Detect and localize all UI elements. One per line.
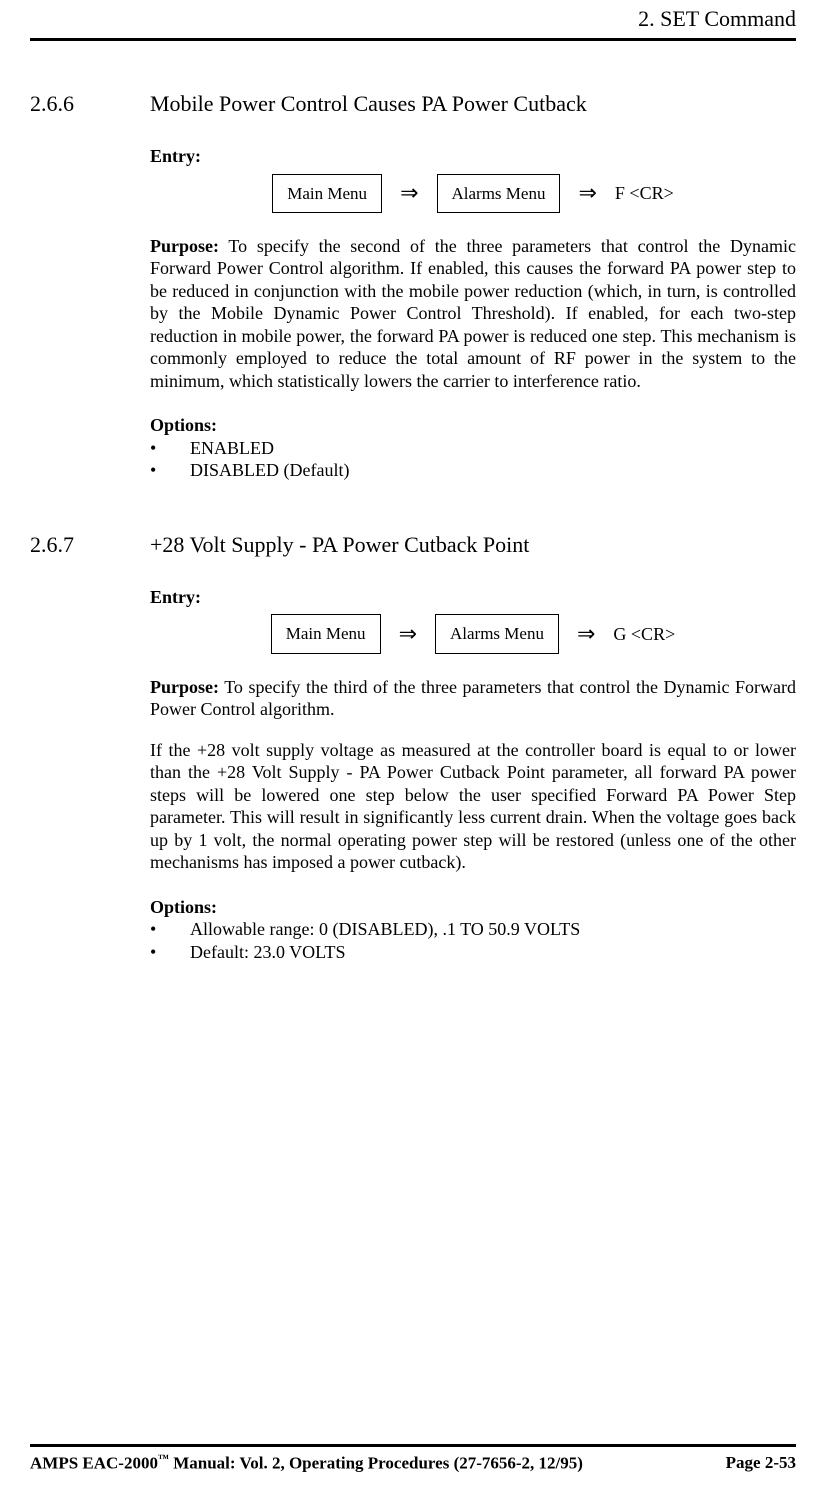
content-area: 2.6.6 Mobile Power Control Causes PA Pow… <box>30 41 796 963</box>
footer-left: AMPS EAC-2000™ Manual: Vol. 2, Operating… <box>30 1453 583 1474</box>
option-text: DISABLED (Default) <box>190 459 349 482</box>
purpose-text: To specify the third of the three parame… <box>150 677 796 720</box>
list-item: • ENABLED <box>150 437 796 460</box>
options-label: Options: <box>150 896 796 919</box>
arrow-icon: ⇒ <box>577 623 595 645</box>
bullet-icon: • <box>150 437 190 460</box>
options-block: Options: • Allowable range: 0 (DISABLED)… <box>150 896 796 964</box>
list-item: • Default: 23.0 VOLTS <box>150 941 796 964</box>
arrow-icon: ⇒ <box>578 182 596 204</box>
entry-label: Entry: <box>150 586 796 609</box>
menu-box-alarms: Alarms Menu <box>435 614 559 653</box>
command-text: G <CR> <box>613 623 675 646</box>
bullet-icon: • <box>150 918 190 941</box>
menu-box-alarms: Alarms Menu <box>437 174 561 213</box>
footer-line: AMPS EAC-2000™ Manual: Vol. 2, Operating… <box>30 1453 796 1474</box>
list-item: • Allowable range: 0 (DISABLED), .1 TO 5… <box>150 918 796 941</box>
section-number: 2.6.6 <box>30 91 150 117</box>
section-body: Entry: Main Menu ⇒ Alarms Menu ⇒ G <CR> … <box>150 586 796 963</box>
arrow-icon: ⇒ <box>399 623 417 645</box>
purpose-paragraph: Purpose: To specify the third of the thr… <box>150 676 796 721</box>
footer-page-number: Page 2-53 <box>726 1453 796 1474</box>
tm-symbol: ™ <box>158 1453 169 1465</box>
option-text: Allowable range: 0 (DISABLED), .1 TO 50.… <box>190 918 580 941</box>
bullet-icon: • <box>150 459 190 482</box>
footer-rule <box>30 1444 796 1447</box>
command-text: F <CR> <box>615 182 674 205</box>
section-title: Mobile Power Control Causes PA Power Cut… <box>150 91 587 117</box>
section-title: +28 Volt Supply - PA Power Cutback Point <box>150 532 529 558</box>
option-text: Default: 23.0 VOLTS <box>190 941 346 964</box>
extra-paragraph: If the +28 volt supply voltage as measur… <box>150 739 796 874</box>
footer-manual-suffix: Manual: Vol. 2, Operating Procedures (27… <box>169 1454 583 1473</box>
option-text: ENABLED <box>190 437 274 460</box>
purpose-text: To specify the second of the three param… <box>150 236 796 391</box>
menu-box-main: Main Menu <box>272 174 382 213</box>
entry-label: Entry: <box>150 145 796 168</box>
purpose-label: Purpose: <box>150 677 219 697</box>
options-label: Options: <box>150 414 796 437</box>
purpose-label: Purpose: <box>150 236 219 256</box>
page-footer: AMPS EAC-2000™ Manual: Vol. 2, Operating… <box>30 1444 796 1474</box>
section-header: 2.6.7 +28 Volt Supply - PA Power Cutback… <box>30 532 796 558</box>
section-number: 2.6.7 <box>30 532 150 558</box>
options-list: • ENABLED • DISABLED (Default) <box>150 437 796 482</box>
chapter-header: 2. SET Command <box>30 0 796 38</box>
list-item: • DISABLED (Default) <box>150 459 796 482</box>
options-block: Options: • ENABLED • DISABLED (Default) <box>150 414 796 482</box>
purpose-paragraph: Purpose: To specify the second of the th… <box>150 235 796 393</box>
footer-manual-name: AMPS EAC-2000 <box>30 1454 158 1473</box>
entry-navigation: Main Menu ⇒ Alarms Menu ⇒ G <CR> <box>150 614 796 653</box>
section-body: Entry: Main Menu ⇒ Alarms Menu ⇒ F <CR> … <box>150 145 796 482</box>
section-header: 2.6.6 Mobile Power Control Causes PA Pow… <box>30 91 796 117</box>
page: 2. SET Command 2.6.6 Mobile Power Contro… <box>0 0 826 1498</box>
options-list: • Allowable range: 0 (DISABLED), .1 TO 5… <box>150 918 796 963</box>
arrow-icon: ⇒ <box>400 182 418 204</box>
menu-box-main: Main Menu <box>271 614 381 653</box>
entry-navigation: Main Menu ⇒ Alarms Menu ⇒ F <CR> <box>150 174 796 213</box>
bullet-icon: • <box>150 941 190 964</box>
